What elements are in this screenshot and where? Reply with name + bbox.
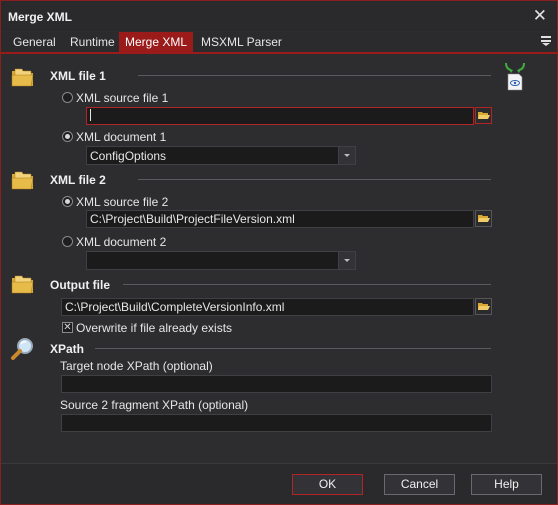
output-file-input[interactable]: C:\Project\Build\CompleteVersionInfo.xml — [61, 298, 474, 316]
xml-file-2-heading: XML file 2 — [50, 173, 106, 187]
xml-merge-icon — [505, 62, 525, 91]
chevron-down-icon[interactable] — [338, 147, 355, 164]
hamburger-menu-icon[interactable] — [541, 36, 551, 46]
tab-general[interactable]: General — [7, 32, 62, 53]
xml-file-1-heading: XML file 1 — [50, 69, 106, 83]
xml-source-file-2-radio[interactable] — [62, 196, 73, 207]
source-2-fragment-xpath-input[interactable] — [61, 414, 492, 432]
folder-icon — [11, 171, 34, 190]
merge-xml-dialog: Merge XML ✕ General Runtime Merge XML MS… — [0, 0, 558, 505]
open-folder-icon — [478, 112, 490, 119]
browse-output-button[interactable] — [475, 298, 492, 315]
section-divider — [138, 75, 491, 76]
output-file-heading: Output file — [50, 278, 110, 292]
ok-button[interactable]: OK — [292, 474, 363, 495]
dialog-footer: OK Cancel Help — [1, 463, 557, 504]
xml-document-2-label: XML document 2 — [76, 235, 167, 249]
target-node-xpath-input[interactable] — [61, 375, 492, 393]
help-button[interactable]: Help — [471, 474, 542, 495]
merge-xml-panel: XML file 1 XML source file 1 XML documen… — [5, 56, 553, 464]
xml-document-2-select[interactable] — [86, 251, 356, 270]
overwrite-label: Overwrite if file already exists — [76, 321, 233, 335]
section-divider — [123, 284, 491, 285]
tab-bar: General Runtime Merge XML MSXML Parser — [1, 32, 557, 54]
browse-source-2-button[interactable] — [475, 210, 492, 227]
close-icon[interactable]: ✕ — [533, 6, 547, 26]
xml-source-file-2-input[interactable]: C:\Project\Build\ProjectFileVersion.xml — [86, 210, 474, 228]
xml-document-1-label: XML document 1 — [76, 130, 167, 144]
source-2-fragment-xpath-label: Source 2 fragment XPath (optional) — [60, 398, 249, 412]
cancel-button[interactable]: Cancel — [384, 474, 455, 495]
section-divider — [138, 179, 491, 180]
xml-document-1-select[interactable]: ConfigOptions — [86, 146, 356, 165]
xml-source-file-2-label: XML source file 2 — [76, 195, 169, 209]
xml-document-2-radio[interactable] — [62, 236, 73, 247]
xpath-heading: XPath — [50, 342, 85, 356]
open-folder-icon — [478, 215, 490, 222]
xml-document-1-radio[interactable] — [62, 131, 73, 142]
title-bar: Merge XML ✕ — [1, 1, 557, 31]
tab-runtime[interactable]: Runtime — [64, 32, 121, 53]
browse-source-1-button[interactable] — [475, 107, 492, 124]
tab-msxml-parser[interactable]: MSXML Parser — [195, 32, 288, 53]
xml-source-file-1-radio[interactable] — [62, 92, 73, 103]
tab-merge-xml[interactable]: Merge XML — [119, 32, 194, 53]
section-divider — [95, 348, 491, 349]
text-caret — [90, 109, 91, 121]
folder-icon — [11, 275, 34, 294]
xml-source-file-1-input[interactable] — [86, 107, 474, 125]
open-folder-icon — [478, 303, 490, 310]
magnifier-icon — [11, 338, 33, 360]
xml-document-1-value: ConfigOptions — [90, 149, 167, 163]
xml-source-file-1-label: XML source file 1 — [76, 91, 169, 105]
window-title: Merge XML — [8, 10, 73, 24]
overwrite-checkbox[interactable]: ✕ — [62, 322, 73, 333]
chevron-down-icon[interactable] — [338, 252, 355, 269]
folder-icon — [11, 68, 34, 87]
target-node-xpath-label: Target node XPath (optional) — [60, 359, 213, 373]
